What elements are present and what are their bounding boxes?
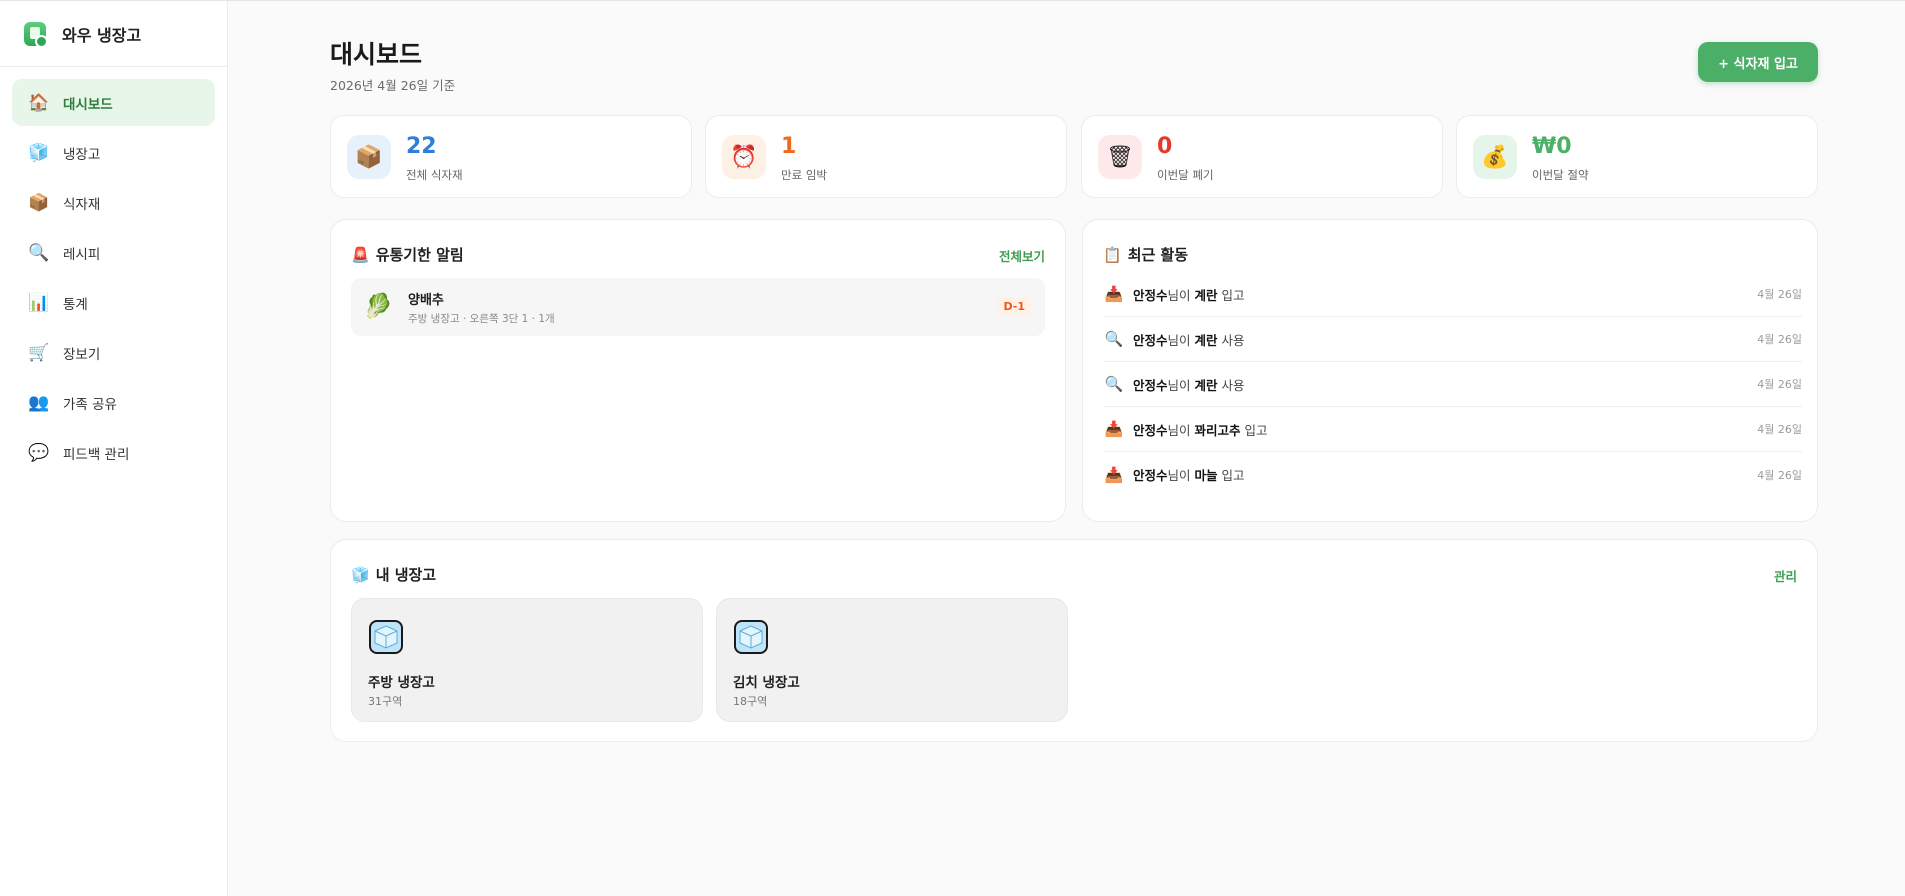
inbox-icon: 📥 — [1104, 285, 1124, 303]
fridge-card[interactable]: 주방 냉장고 31구역 — [351, 598, 703, 722]
activity-text: 안정수님이 계란 입고 — [1133, 287, 1245, 303]
ingredient-name: 양배추 — [408, 293, 444, 308]
sidebar-item-label: 대시보드 — [63, 96, 113, 113]
activity-row: 📥 안정수님이 꽈리고추 입고 4월 26일 — [1103, 407, 1802, 452]
page-title: 대시보드 — [330, 40, 423, 69]
page-subtitle: 2026년 4월 26일 기준 — [330, 78, 456, 93]
stat-value: ₩0 — [1532, 134, 1572, 159]
inbox-icon: 📥 — [1104, 465, 1124, 484]
ingredient-location: 주방 냉장고 · 오른쪽 3단 1 · 1개 — [408, 313, 555, 325]
activity-text: 안정수님이 계란 사용 — [1133, 332, 1245, 348]
activity-row: 📥 안정수님이 마늘 입고 4월 26일 — [1103, 452, 1802, 497]
stat-card-expiring[interactable]: ⏰ 1 만료 임박 — [705, 115, 1067, 198]
fridge-name: 김치 냉장고 — [733, 675, 800, 691]
sidebar-item-label: 가족 공유 — [63, 396, 117, 413]
activity-text: 안정수님이 계란 사용 — [1133, 377, 1245, 393]
sidebar: 와우 냉장고 🏠 대시보드 🧊 냉장고 📦 식자재 🔍 레시피 📊 통계 🛒 장… — [0, 1, 228, 896]
recent-activity-panel: 📋 최근 활동 📥 안정수님이 계란 입고 4월 26일 🔍 안정수님이 계란 … — [1082, 219, 1818, 522]
stat-value: 1 — [781, 134, 797, 159]
sidebar-item-label: 통계 — [63, 296, 88, 313]
trash-icon: 🗑 — [1098, 135, 1142, 179]
bar-chart-icon: 📊 — [28, 292, 50, 313]
ice-cube-icon — [369, 620, 403, 654]
activity-date: 4월 26일 — [1757, 288, 1802, 301]
activity-text: 안정수님이 꽈리고추 입고 — [1133, 422, 1268, 438]
sidebar-item-shopping[interactable]: 🛒 장보기 — [12, 329, 215, 376]
sidebar-item-dashboard[interactable]: 🏠 대시보드 — [12, 79, 215, 126]
sidebar-item-ingredients[interactable]: 📦 식자재 — [12, 179, 215, 226]
sidebar-item-label: 식자재 — [63, 196, 101, 213]
stat-label: 만료 임박 — [781, 168, 827, 182]
add-ingredient-button[interactable]: + 식자재 입고 — [1698, 42, 1818, 82]
siren-icon: 🚨 — [351, 245, 370, 264]
stat-card-saved[interactable]: 💰 ₩0 이번달 절약 — [1456, 115, 1818, 198]
cart-icon: 🛒 — [28, 342, 50, 363]
activity-date: 4월 26일 — [1757, 378, 1802, 391]
ice-cube-icon — [734, 620, 768, 654]
panel-title: 🚨 유통기한 알림 — [351, 244, 464, 265]
activity-date: 4월 26일 — [1757, 333, 1802, 346]
activity-row: 🔍 안정수님이 계란 사용 4월 26일 — [1103, 362, 1802, 407]
panel-title: 🧊 내 냉장고 — [351, 564, 436, 585]
magnifier-icon: 🔍 — [1104, 375, 1124, 393]
activity-row: 📥 안정수님이 계란 입고 4월 26일 — [1103, 272, 1802, 317]
home-icon: 🏠 — [28, 92, 50, 113]
people-icon: 👥 — [28, 392, 50, 413]
fridge-zone-count: 18구역 — [733, 695, 768, 708]
alarm-clock-icon: ⏰ — [722, 135, 766, 179]
speech-bubble-icon: 💬 — [28, 442, 50, 463]
money-bag-icon: 💰 — [1473, 135, 1517, 179]
panel-title-text: 유통기한 알림 — [375, 246, 464, 264]
panel-title-text: 내 냉장고 — [375, 566, 437, 584]
stat-label: 전체 식자재 — [406, 168, 463, 182]
magnifier-icon: 🔍 — [28, 242, 50, 263]
sidebar-item-feedback[interactable]: 💬 피드백 관리 — [12, 429, 215, 476]
stat-label: 이번달 절약 — [1532, 168, 1589, 182]
view-all-link[interactable]: 전체보기 — [999, 246, 1045, 265]
app-logo-icon — [24, 21, 48, 48]
sidebar-item-label: 레시피 — [63, 246, 101, 263]
panel-title-text: 최근 활동 — [1127, 246, 1189, 264]
sidebar-item-recipes[interactable]: 🔍 레시피 — [12, 229, 215, 276]
inbox-icon: 📥 — [1104, 420, 1124, 438]
sidebar-item-label: 냉장고 — [63, 146, 101, 163]
brand[interactable]: 와우 냉장고 — [0, 1, 227, 67]
box-icon: 📦 — [347, 135, 391, 179]
expiry-alert-item[interactable]: 🥬 양배추 주방 냉장고 · 오른쪽 3단 1 · 1개 D-1 — [351, 278, 1045, 336]
magnifier-icon: 🔍 — [1104, 330, 1124, 348]
stat-label: 이번달 폐기 — [1157, 168, 1214, 182]
fridge-card[interactable]: 김치 냉장고 18구역 — [716, 598, 1068, 722]
fridge-name: 주방 냉장고 — [368, 675, 435, 691]
sidebar-item-family-share[interactable]: 👥 가족 공유 — [12, 379, 215, 426]
manage-link[interactable]: 관리 — [1774, 566, 1797, 585]
activity-text: 안정수님이 마늘 입고 — [1133, 468, 1245, 483]
sidebar-item-label: 피드백 관리 — [63, 446, 130, 463]
activity-date: 4월 26일 — [1757, 468, 1802, 482]
ice-cube-icon: 🧊 — [28, 142, 50, 163]
fridge-zone-count: 31구역 — [368, 695, 403, 708]
d-day-badge: D-1 — [997, 297, 1031, 316]
ice-cube-icon: 🧊 — [351, 565, 370, 584]
sidebar-nav: 🏠 대시보드 🧊 냉장고 📦 식자재 🔍 레시피 📊 통계 🛒 장보기 👥 가족… — [0, 67, 227, 491]
box-icon: 📦 — [28, 192, 50, 213]
sidebar-item-fridge[interactable]: 🧊 냉장고 — [12, 129, 215, 176]
expiry-alert-panel: 🚨 유통기한 알림 전체보기 🥬 양배추 주방 냉장고 · 오른쪽 3단 1 ·… — [330, 219, 1066, 522]
cabbage-icon: 🥬 — [363, 292, 393, 320]
stat-value: 0 — [1157, 134, 1173, 159]
app-name: 와우 냉장고 — [62, 25, 142, 45]
stat-card-total[interactable]: 📦 22 전체 식자재 — [330, 115, 692, 198]
sidebar-item-label: 장보기 — [63, 346, 101, 363]
activity-date: 4월 26일 — [1757, 423, 1802, 436]
stat-card-discarded[interactable]: 🗑 0 이번달 폐기 — [1081, 115, 1443, 198]
clipboard-icon: 📋 — [1103, 245, 1122, 264]
stat-value: 22 — [406, 134, 437, 159]
activity-row: 🔍 안정수님이 계란 사용 4월 26일 — [1103, 317, 1802, 362]
panel-title: 📋 최근 활동 — [1103, 244, 1188, 265]
sidebar-item-stats[interactable]: 📊 통계 — [12, 279, 215, 326]
my-fridges-panel: 🧊 내 냉장고 관리 주방 냉장고 31구역 김치 냉장고 18구역 — [330, 539, 1818, 742]
